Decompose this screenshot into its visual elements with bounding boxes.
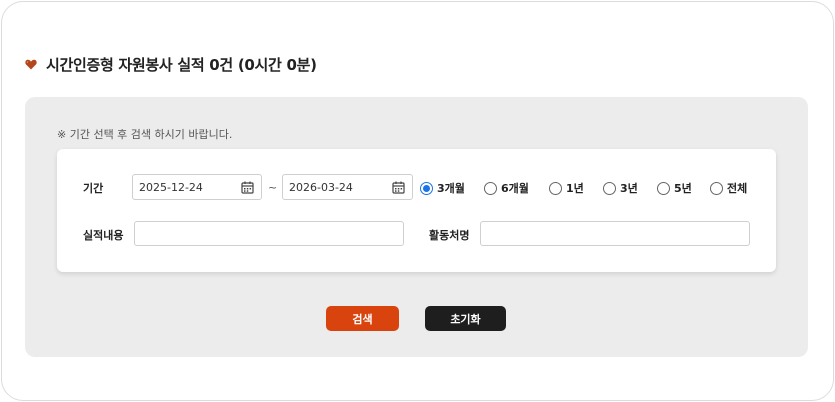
radio-3years[interactable]: 3년 [603,180,638,196]
radio-1year[interactable]: 1년 [549,180,584,196]
radio-button[interactable] [603,181,616,195]
search-panel: ※ 기간 선택 후 검색 하시기 바랍니다. 기간 2025-12-24 ~ 2… [25,97,808,357]
place-label: 활동처명 [429,229,470,242]
search-button[interactable]: 검색 [326,306,399,331]
radio-3months[interactable]: 3개월 [420,180,465,196]
radio-button[interactable] [657,181,670,195]
radio-6months[interactable]: 6개월 [484,180,529,196]
radio-button[interactable] [484,181,497,195]
filter-card: 기간 2025-12-24 ~ 2026-03-24 3개월 6개월 1년 3년… [57,149,776,272]
calendar-icon[interactable] [392,181,405,194]
content-input[interactable] [134,221,404,246]
radio-all[interactable]: 전체 [710,180,747,196]
radio-label: 6개월 [501,182,529,195]
end-date-value: 2026-03-24 [289,180,353,194]
page-frame: 시간인증형 자원봉사 실적 0건 (0시간 0분) ※ 기간 선택 후 검색 하… [1,1,834,401]
radio-label: 3개월 [437,182,465,195]
radio-label: 3년 [620,182,638,195]
end-date-field[interactable]: 2026-03-24 [282,174,413,200]
page-title: 시간인증형 자원봉사 실적 0건 (0시간 0분) [46,56,317,74]
radio-5years[interactable]: 5년 [657,180,692,196]
date-separator: ~ [268,181,278,194]
period-label: 기간 [83,182,104,195]
start-date-field[interactable]: 2025-12-24 [132,174,262,200]
radio-button[interactable] [549,181,562,195]
radio-label: 전체 [727,182,748,195]
calendar-icon[interactable] [241,181,254,194]
place-input[interactable] [480,221,750,246]
notice-text: ※ 기간 선택 후 검색 하시기 바랍니다. [57,128,233,141]
heart-icon [24,58,38,72]
radio-button[interactable] [710,181,723,195]
radio-button-selected[interactable] [420,181,433,195]
radio-label: 1년 [566,182,584,195]
reset-button[interactable]: 초기화 [425,306,506,331]
radio-label: 5년 [674,182,692,195]
content-label: 실적내용 [83,229,124,242]
section-header: 시간인증형 자원봉사 실적 0건 (0시간 0분) [24,54,317,75]
start-date-value: 2025-12-24 [139,180,203,194]
